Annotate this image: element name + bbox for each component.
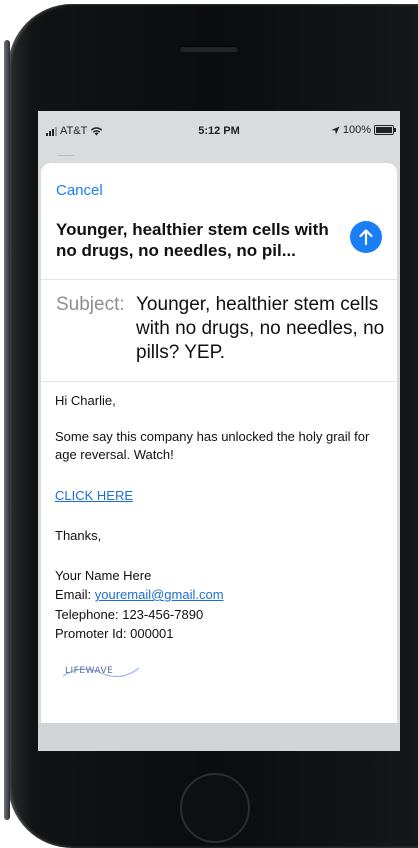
cta-link-wrap: CLICK HERE xyxy=(55,487,385,505)
cancel-button[interactable]: Cancel xyxy=(56,182,103,199)
signature-telephone: Telephone: 123-456-7890 xyxy=(55,607,204,622)
battery-percent: 100% xyxy=(342,124,371,136)
location-arrow-icon xyxy=(331,125,340,135)
home-button[interactable] xyxy=(180,773,250,843)
arrow-up-icon xyxy=(359,229,373,246)
svg-text:LIFEWAVE: LIFEWAVE xyxy=(65,666,113,676)
body-paragraph: Some say this company has unlocked the h… xyxy=(55,429,370,462)
signature-name: Your Name Here xyxy=(55,568,152,583)
email-link[interactable]: youremail@gmail.com xyxy=(95,587,224,602)
divider xyxy=(41,381,397,382)
status-bar: AT&T 5:12 PM 100% xyxy=(38,111,400,151)
sheet-grabber xyxy=(58,155,74,156)
status-right: 100% xyxy=(331,124,396,136)
subject-label: Subject: xyxy=(56,294,125,315)
email-label: Email: xyxy=(55,587,95,602)
compose-sheet: Cancel Younger, healthier stem cells wit… xyxy=(41,163,397,723)
battery-icon xyxy=(374,125,396,135)
closing-text: Thanks, xyxy=(55,528,102,543)
phone-frame: AT&T 5:12 PM 100% Cancel Younger, health… xyxy=(0,0,418,848)
signature-email-row: Email: youremail@gmail.com xyxy=(55,586,385,604)
compose-title: Younger, healthier stem cells with no dr… xyxy=(56,220,329,260)
lifewave-logo-mark: LIFEWAVE xyxy=(62,666,140,678)
keyboard-area xyxy=(38,723,400,751)
earpiece-speaker xyxy=(180,46,238,52)
lifewave-logo: LIFEWAVE xyxy=(61,660,141,682)
phone-edge xyxy=(4,40,10,820)
send-button[interactable] xyxy=(350,221,382,253)
subject-input[interactable]: Younger, healthier stem cells with no dr… xyxy=(136,293,386,365)
divider xyxy=(41,279,397,280)
signature-promoter-id: Promoter Id: 000001 xyxy=(55,626,174,641)
phone-screen: AT&T 5:12 PM 100% Cancel Younger, health… xyxy=(38,111,400,751)
click-here-link[interactable]: CLICK HERE xyxy=(55,488,133,503)
greeting-text: Hi Charlie, xyxy=(55,393,116,408)
